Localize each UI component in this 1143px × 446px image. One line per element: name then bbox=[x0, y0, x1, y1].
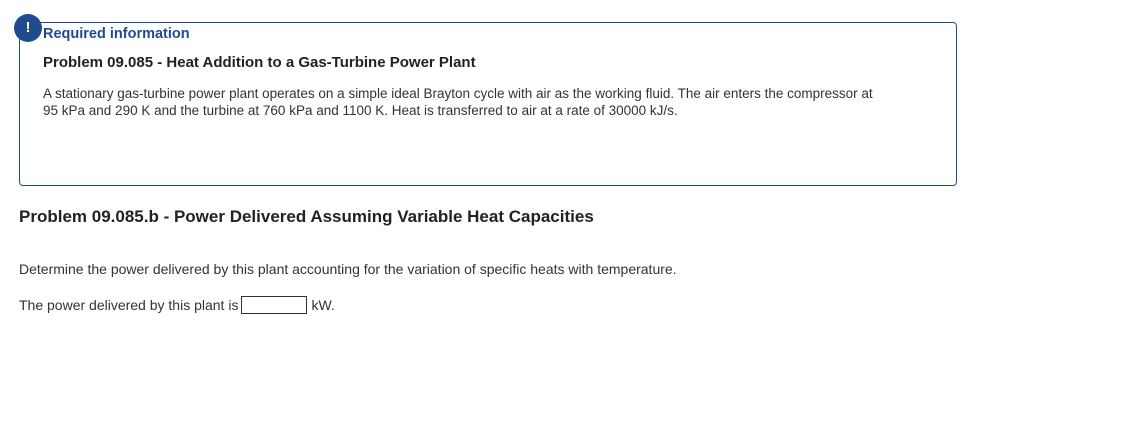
part-title: Problem 09.085.b - Power Delivered Assum… bbox=[19, 207, 594, 226]
answer-unit: kW. bbox=[311, 297, 335, 313]
question-text: Determine the power delivered by this pl… bbox=[19, 261, 677, 277]
required-information-label: Required information bbox=[43, 26, 190, 42]
exclamation-icon: ! bbox=[14, 14, 42, 42]
answer-line: The power delivered by this plant is kW. bbox=[19, 296, 335, 314]
problem-title: Problem 09.085 - Heat Addition to a Gas-… bbox=[43, 54, 476, 71]
power-answer-input[interactable] bbox=[241, 296, 308, 314]
problem-description: A stationary gas-turbine power plant ope… bbox=[43, 86, 873, 118]
answer-prefix: The power delivered by this plant is bbox=[19, 297, 239, 313]
